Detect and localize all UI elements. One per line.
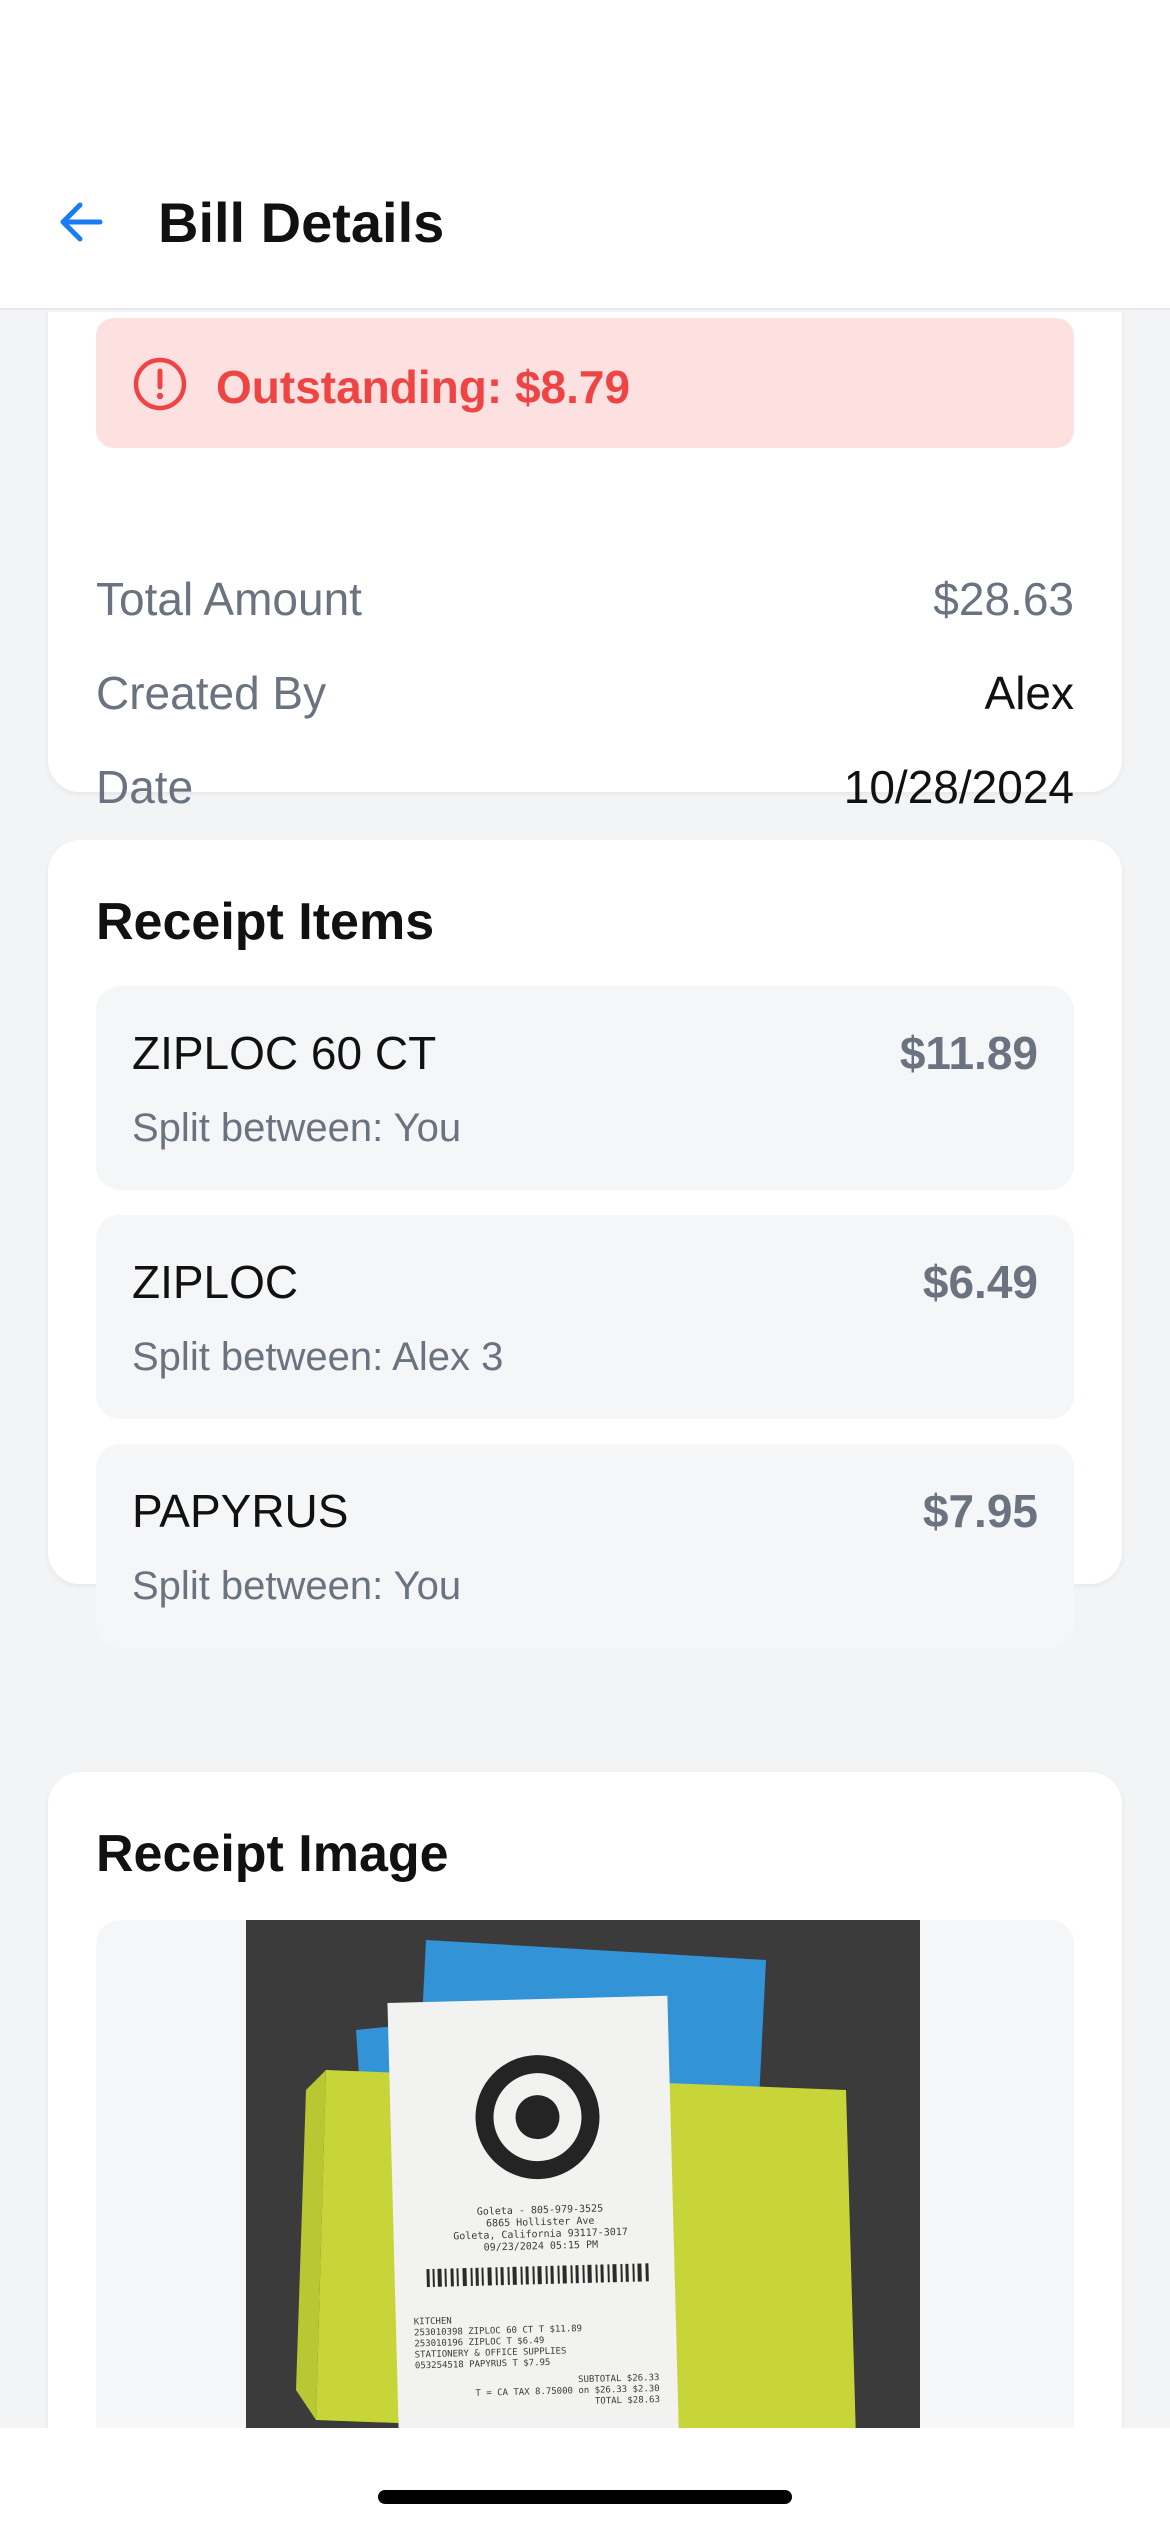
item-name: ZIPLOC 60 CT bbox=[132, 1027, 437, 1079]
app-header: Bill Details bbox=[0, 150, 1170, 310]
receipt-image-card: Receipt Image Goleta - 805-979-3525 6865… bbox=[48, 1772, 1122, 2428]
receipt-items-card: Receipt Items ZIPLOC 60 CT $11.89 Split … bbox=[48, 840, 1122, 1648]
receipt-image-container[interactable]: Goleta - 805-979-3525 6865 Hollister Ave… bbox=[96, 1920, 1074, 2428]
receipt-item[interactable]: ZIPLOC $6.49 Split between: Alex 3 bbox=[96, 1215, 1074, 1419]
created-by-value: Alex bbox=[984, 667, 1074, 719]
arrow-left-icon bbox=[60, 202, 103, 242]
receipt-item[interactable]: PAPYRUS $7.95 Split between: You bbox=[96, 1444, 1074, 1648]
total-amount-row: Total Amount $28.63 bbox=[96, 572, 1074, 632]
item-split: Split between: You bbox=[132, 1564, 462, 1608]
item-name: ZIPLOC bbox=[132, 1256, 299, 1308]
outstanding-banner: Outstanding: $8.79 bbox=[96, 318, 1074, 448]
date-value: 10/28/2024 bbox=[843, 761, 1074, 813]
item-name: PAPYRUS bbox=[132, 1485, 349, 1537]
total-amount-label: Total Amount bbox=[96, 573, 362, 625]
outstanding-amount: Outstanding: $8.79 bbox=[216, 361, 631, 413]
bill-summary-card: Outstanding: $8.79 Total Amount $28.63 C… bbox=[48, 312, 1122, 813]
page-title: Bill Details bbox=[158, 191, 445, 254]
status-bar bbox=[0, 0, 1170, 150]
item-split: Split between: Alex 3 bbox=[132, 1335, 504, 1379]
home-indicator-area bbox=[0, 2428, 1170, 2532]
date-label: Date bbox=[96, 761, 194, 813]
total-amount-value: $28.63 bbox=[933, 573, 1074, 625]
back-button[interactable] bbox=[52, 192, 112, 252]
receipt-image-title: Receipt Image bbox=[96, 1825, 449, 1883]
item-price: $7.95 bbox=[922, 1485, 1038, 1537]
receipt-items-title: Receipt Items bbox=[96, 893, 435, 951]
item-split: Split between: You bbox=[132, 1106, 462, 1150]
date-row: Date 10/28/2024 bbox=[96, 760, 1074, 820]
receipt-photo[interactable]: Goleta - 805-979-3525 6865 Hollister Ave… bbox=[246, 1920, 920, 2428]
created-by-row: Created By Alex bbox=[96, 666, 1074, 726]
receipt-item[interactable]: ZIPLOC 60 CT $11.89 Split between: You bbox=[96, 986, 1074, 1190]
alert-circle-icon bbox=[132, 356, 188, 412]
scroll-content[interactable]: Outstanding: $8.79 Total Amount $28.63 C… bbox=[0, 312, 1170, 2428]
item-price: $6.49 bbox=[922, 1256, 1038, 1308]
created-by-label: Created By bbox=[96, 667, 327, 719]
item-price: $11.89 bbox=[899, 1027, 1038, 1079]
home-indicator[interactable] bbox=[378, 2490, 792, 2504]
